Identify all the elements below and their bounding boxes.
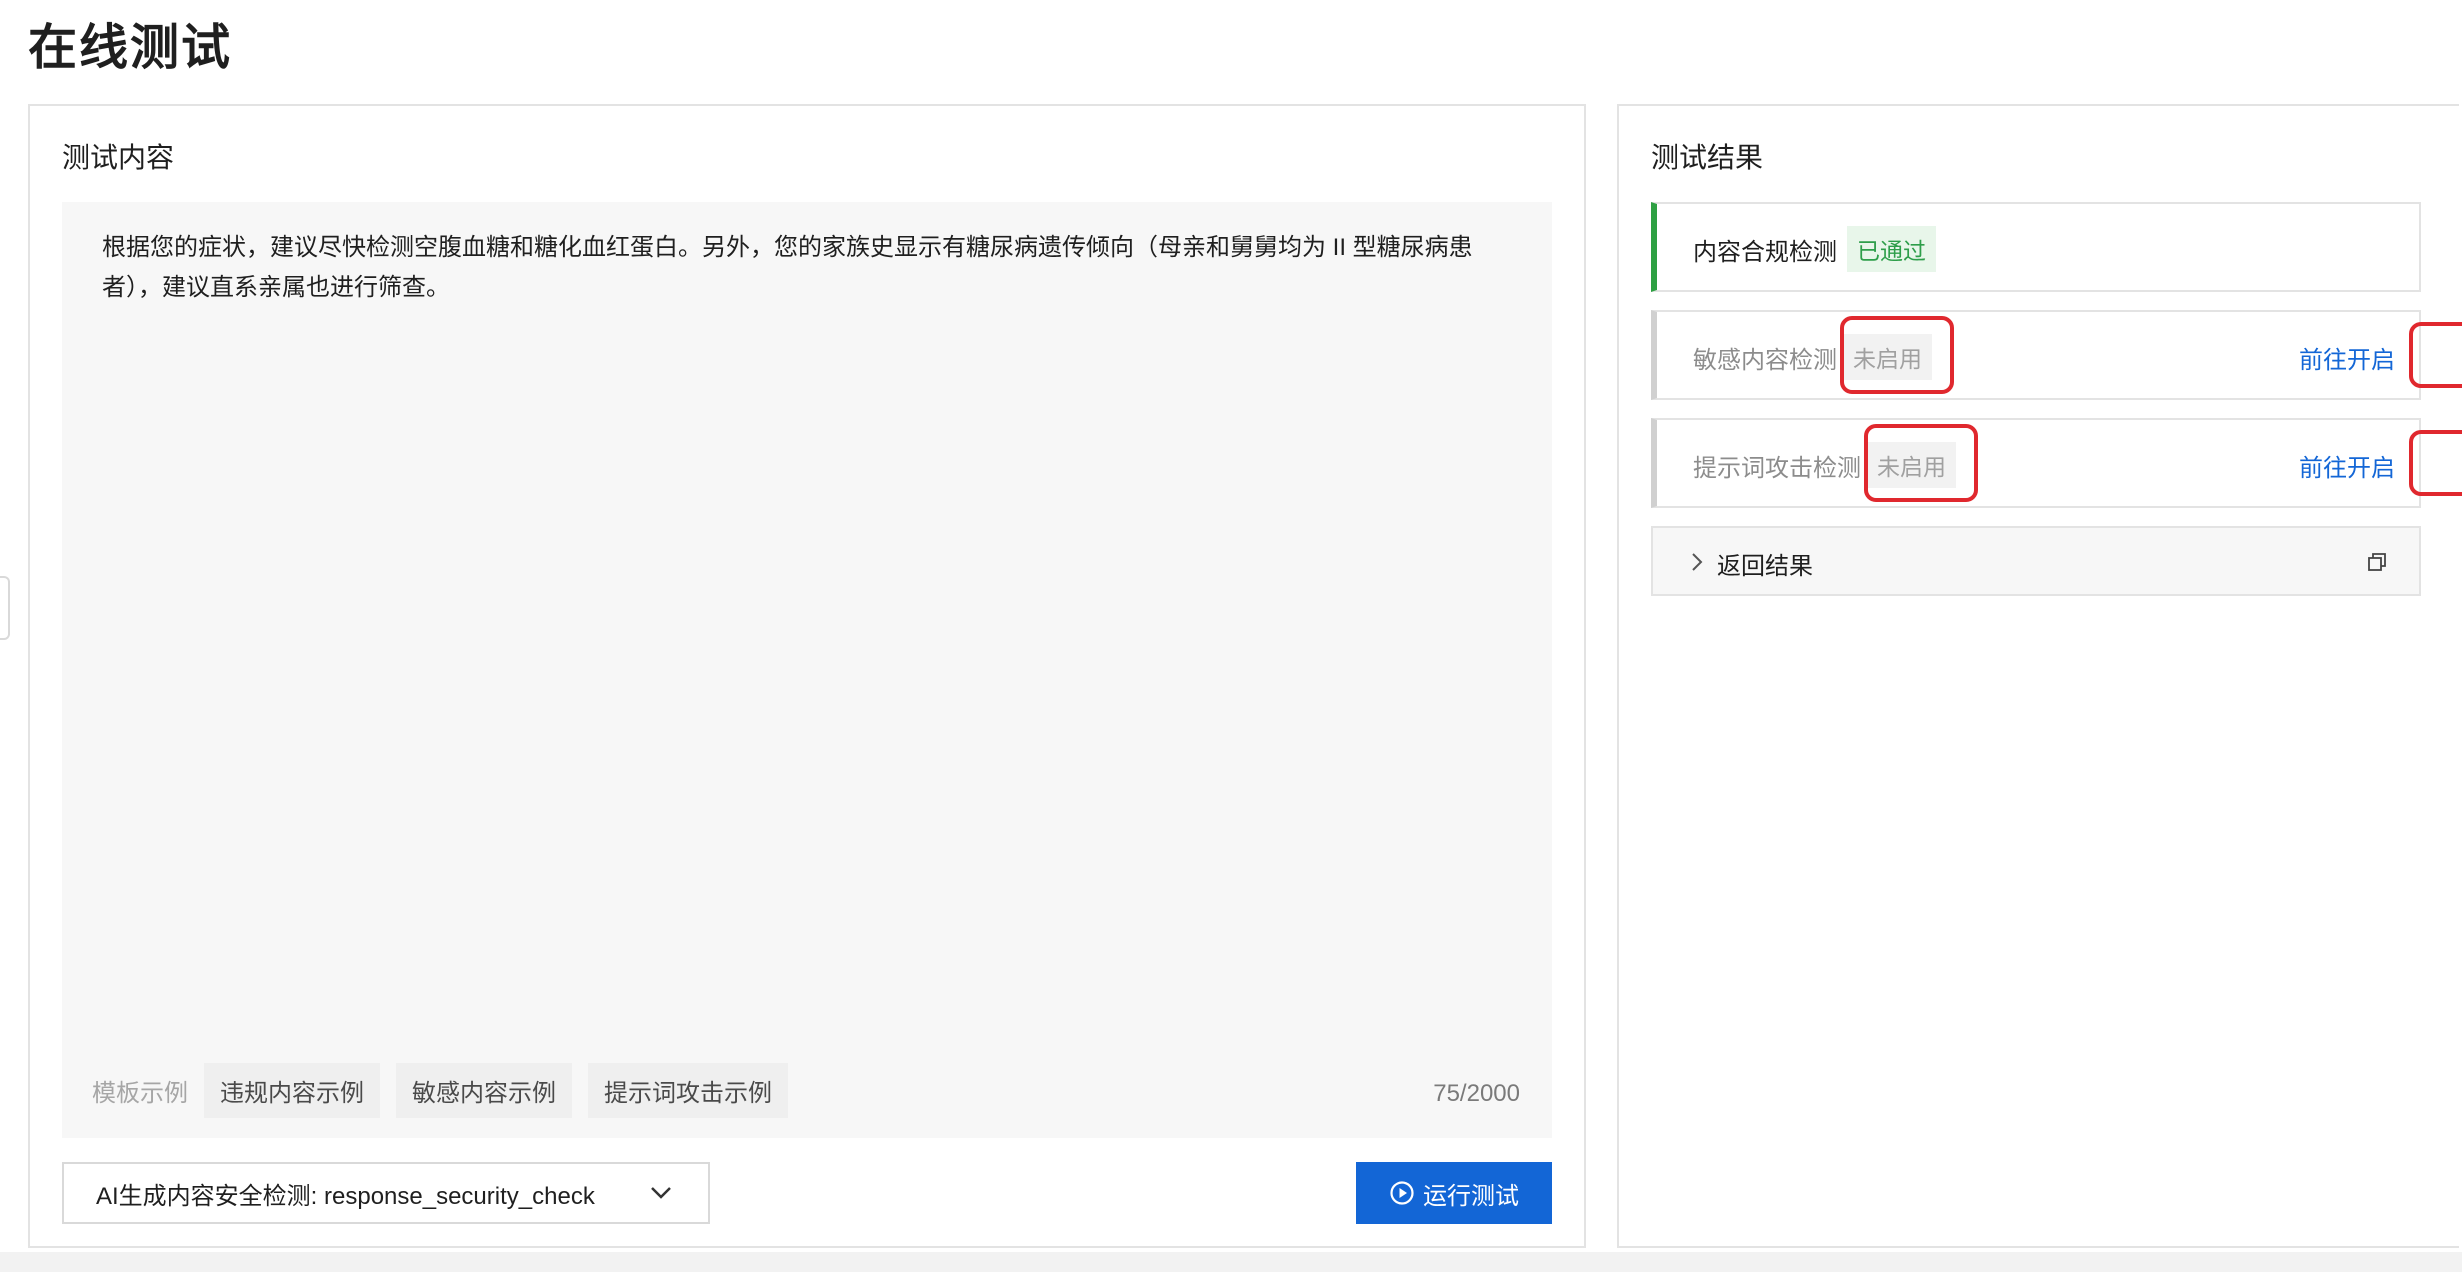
template-violation-button[interactable]: 违规内容示例: [204, 1063, 380, 1118]
page-title: 在线测试: [28, 21, 233, 75]
template-sensitive-button[interactable]: 敏感内容示例: [396, 1063, 572, 1118]
template-prompt-attack-button[interactable]: 提示词攻击示例: [588, 1063, 788, 1118]
status-badge: 未启用: [1843, 334, 1932, 380]
play-circle-icon: [1390, 1181, 1414, 1205]
result-card-compliance: 内容合规检测 已通过: [1651, 202, 2421, 292]
test-result-panel: 测试结果 内容合规检测 已通过 敏感内容检测 未启用 前往开启 提示词攻击检测 …: [1617, 104, 2462, 1248]
template-examples: 模板示例 违规内容示例 敏感内容示例 提示词攻击示例: [92, 1063, 788, 1118]
test-content-text[interactable]: 根据您的症状，建议尽快检测空腹血糖和糖化血红蛋白。另外，您的家族史显示有糖尿病遗…: [102, 228, 1522, 308]
return-result-collapse[interactable]: 返回结果: [1651, 526, 2421, 596]
test-content-title: 测试内容: [62, 142, 175, 173]
test-result-title: 测试结果: [1651, 142, 1764, 173]
copy-icon[interactable]: [2367, 552, 2387, 572]
sidebar-toggle-handle[interactable]: [0, 576, 10, 640]
result-card-name: 敏感内容检测: [1693, 347, 1837, 374]
char-counter: 75/2000: [1433, 1080, 1520, 1107]
result-card-name: 内容合规检测: [1693, 239, 1837, 266]
check-type-select[interactable]: AI生成内容安全检测: response_security_check: [62, 1162, 710, 1224]
run-test-button[interactable]: 运行测试: [1356, 1162, 1552, 1224]
result-card-sensitive: 敏感内容检测 未启用 前往开启: [1651, 310, 2421, 400]
template-label: 模板示例: [92, 1080, 188, 1107]
chevron-down-icon: [651, 1187, 671, 1199]
enable-link[interactable]: 前往开启: [2299, 340, 2395, 375]
run-test-label: 运行测试: [1423, 1182, 1519, 1210]
status-badge: 未启用: [1867, 442, 1956, 488]
status-badge: 已通过: [1847, 226, 1936, 272]
return-result-label: 返回结果: [1717, 553, 1813, 580]
chevron-right-icon: [1692, 553, 1703, 571]
result-card-name: 提示词攻击检测: [1693, 455, 1861, 482]
test-content-panel: 测试内容 根据您的症状，建议尽快检测空腹血糖和糖化血红蛋白。另外，您的家族史显示…: [28, 104, 1586, 1248]
bottom-strip: [0, 1252, 2462, 1272]
check-type-value: AI生成内容安全检测: response_security_check: [96, 1182, 595, 1210]
test-content-editor[interactable]: 根据您的症状，建议尽快检测空腹血糖和糖化血红蛋白。另外，您的家族史显示有糖尿病遗…: [62, 202, 1552, 1138]
result-card-prompt-attack: 提示词攻击检测 未启用 前往开启: [1651, 418, 2421, 508]
enable-link[interactable]: 前往开启: [2299, 448, 2395, 483]
